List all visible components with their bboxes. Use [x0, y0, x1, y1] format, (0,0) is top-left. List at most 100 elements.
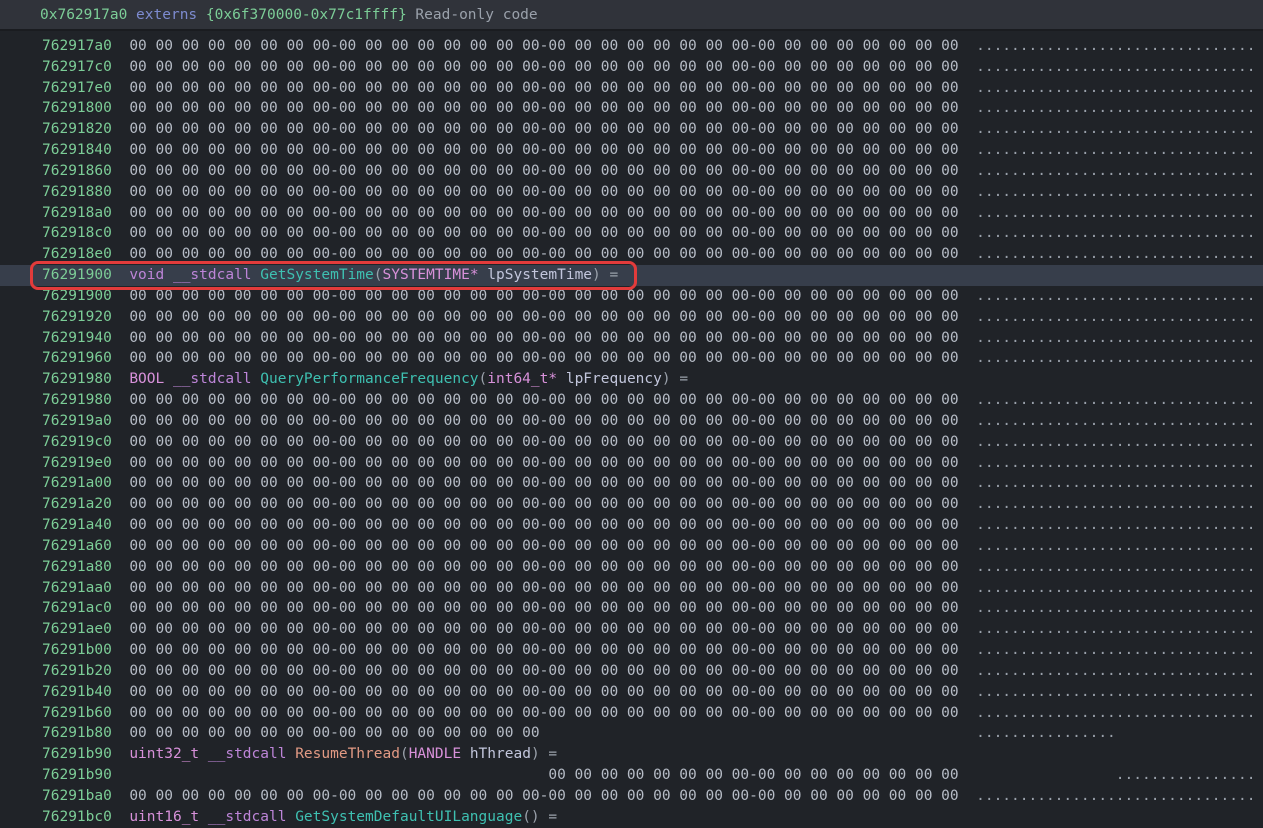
column-gap	[959, 309, 976, 325]
row-address: 762918c0	[42, 225, 112, 241]
column-gap	[112, 121, 129, 137]
decl-token: hThread	[470, 746, 531, 762]
column-gap	[959, 225, 976, 241]
column-gap	[112, 371, 129, 387]
row-address: 762917a0	[42, 38, 112, 54]
linear-view: { "header": { "address": "0x762917a0", "…	[0, 0, 1263, 828]
hex-row[interactable]: 76291960 00 00 00 00 00 00 00 00-00 00 0…	[0, 348, 1263, 369]
decl-token: =	[610, 267, 619, 283]
ascii-column: ................................	[976, 121, 1255, 137]
hex-row[interactable]: 76291900 00 00 00 00 00 00 00 00-00 00 0…	[0, 286, 1263, 307]
hex-row[interactable]: 76291ae0 00 00 00 00 00 00 00 00-00 00 0…	[0, 619, 1263, 640]
hex-row[interactable]: 76291b40 00 00 00 00 00 00 00 00-00 00 0…	[0, 682, 1263, 703]
decl-token: ResumeThread	[295, 746, 400, 762]
hex-bytes: 00 00 00 00 00 00 00 00-00 00 00 00 00 0…	[129, 225, 958, 241]
hex-row[interactable]: 76291b60 00 00 00 00 00 00 00 00-00 00 0…	[0, 703, 1263, 724]
hex-row[interactable]: 76291940 00 00 00 00 00 00 00 00-00 00 0…	[0, 328, 1263, 349]
ascii-column: ................................	[976, 434, 1255, 450]
hex-row[interactable]: 762918c0 00 00 00 00 00 00 00 00-00 00 0…	[0, 223, 1263, 244]
declaration-row[interactable]: 76291980 BOOL __stdcall QueryPerformance…	[0, 369, 1263, 390]
column-gap	[959, 163, 976, 179]
hex-row[interactable]: 762917c0 00 00 00 00 00 00 00 00-00 00 0…	[0, 57, 1263, 78]
hex-row[interactable]: 762917e0 00 00 00 00 00 00 00 00-00 00 0…	[0, 78, 1263, 99]
hex-row[interactable]: 76291a00 00 00 00 00 00 00 00 00-00 00 0…	[0, 473, 1263, 494]
column-gap	[112, 600, 129, 616]
ascii-column: ................................	[976, 559, 1255, 575]
ascii-column: ................................	[976, 642, 1255, 658]
row-address: 76291bc0	[42, 809, 112, 825]
column-gap	[959, 684, 976, 700]
column-gap	[959, 475, 976, 491]
header-spacer-3	[407, 7, 416, 23]
column-gap	[112, 663, 129, 679]
declaration-row[interactable]: 76291900 void __stdcall GetSystemTime(SY…	[0, 265, 1263, 286]
hex-dump: 762917a0 00 00 00 00 00 00 00 00-00 00 0…	[0, 31, 1263, 827]
ascii-column: ................................	[976, 100, 1255, 116]
column-gap	[112, 163, 129, 179]
column-gap	[112, 767, 129, 783]
column-gap	[959, 142, 976, 158]
decl-token: int64_t*	[487, 371, 557, 387]
hex-row[interactable]: 76291920 00 00 00 00 00 00 00 00-00 00 0…	[0, 307, 1263, 328]
row-address: 76291a80	[42, 559, 112, 575]
hex-row[interactable]: 762918a0 00 00 00 00 00 00 00 00-00 00 0…	[0, 203, 1263, 224]
hex-row[interactable]: 76291840 00 00 00 00 00 00 00 00-00 00 0…	[0, 140, 1263, 161]
hex-row[interactable]: 76291880 00 00 00 00 00 00 00 00-00 00 0…	[0, 182, 1263, 203]
hex-row[interactable]: 76291a80 00 00 00 00 00 00 00 00-00 00 0…	[0, 557, 1263, 578]
hex-row[interactable]: 762917a0 00 00 00 00 00 00 00 00-00 00 0…	[0, 36, 1263, 57]
row-address: 762917e0	[42, 80, 112, 96]
ascii-column: ................................	[976, 59, 1255, 75]
decl-token: lpSystemTime	[487, 267, 592, 283]
hex-row[interactable]: 762918e0 00 00 00 00 00 00 00 00-00 00 0…	[0, 244, 1263, 265]
hex-row[interactable]: 76291b20 00 00 00 00 00 00 00 00-00 00 0…	[0, 661, 1263, 682]
column-gap	[959, 413, 976, 429]
column-gap	[112, 225, 129, 241]
declaration-row[interactable]: 76291bc0 uint16_t __stdcall GetSystemDef…	[0, 807, 1263, 828]
row-address: 76291900	[42, 267, 112, 283]
ascii-column: ................................	[976, 475, 1255, 491]
hex-row[interactable]: 76291a20 00 00 00 00 00 00 00 00-00 00 0…	[0, 494, 1263, 515]
hex-row[interactable]: 762919a0 00 00 00 00 00 00 00 00-00 00 0…	[0, 411, 1263, 432]
row-address: 762918e0	[42, 246, 112, 262]
hex-row[interactable]: 76291b00 00 00 00 00 00 00 00 00-00 00 0…	[0, 640, 1263, 661]
hex-row[interactable]: 76291ac0 00 00 00 00 00 00 00 00-00 00 0…	[0, 598, 1263, 619]
decl-token	[479, 267, 488, 283]
hex-row[interactable]: 76291a40 00 00 00 00 00 00 00 00-00 00 0…	[0, 515, 1263, 536]
column-gap	[959, 600, 976, 616]
column-gap	[959, 100, 976, 116]
decl-token: (	[400, 746, 409, 762]
hex-row[interactable]: 76291b90 00 00 00 00 00 00 00 00-00 00 0…	[0, 765, 1263, 786]
hex-row[interactable]: 76291a60 00 00 00 00 00 00 00 00-00 00 0…	[0, 536, 1263, 557]
column-gap	[112, 517, 129, 533]
hex-bytes: 00 00 00 00 00 00 00 00-00 00 00 00 00 0…	[129, 684, 958, 700]
hex-row[interactable]: 76291ba0 00 00 00 00 00 00 00 00-00 00 0…	[0, 786, 1263, 807]
column-gap	[959, 330, 976, 346]
row-address: 76291b90	[42, 767, 112, 783]
ascii-column: ................................	[976, 205, 1255, 221]
column-gap	[959, 59, 976, 75]
hex-row[interactable]: 76291aa0 00 00 00 00 00 00 00 00-00 00 0…	[0, 578, 1263, 599]
column-gap	[112, 413, 129, 429]
declaration-row[interactable]: 76291b90 uint32_t __stdcall ResumeThread…	[0, 744, 1263, 765]
row-address: 762917c0	[42, 59, 112, 75]
column-gap	[959, 580, 976, 596]
hex-row[interactable]: 76291800 00 00 00 00 00 00 00 00-00 00 0…	[0, 98, 1263, 119]
ascii-column: ................................	[976, 246, 1255, 262]
hex-bytes: 00 00 00 00 00 00 00 00-00 00 00 00 00 0…	[129, 496, 958, 512]
column-gap	[959, 767, 976, 783]
decl-token: __stdcall	[208, 809, 287, 825]
hex-row[interactable]: 76291b80 00 00 00 00 00 00 00 00-00 00 0…	[0, 723, 1263, 744]
hex-row[interactable]: 76291860 00 00 00 00 00 00 00 00-00 00 0…	[0, 161, 1263, 182]
column-gap	[112, 475, 129, 491]
hex-row[interactable]: 762919c0 00 00 00 00 00 00 00 00-00 00 0…	[0, 432, 1263, 453]
hex-row[interactable]: 762919e0 00 00 00 00 00 00 00 00-00 00 0…	[0, 453, 1263, 474]
decl-token: uint32_t	[129, 746, 199, 762]
ascii-column: ................................	[976, 80, 1255, 96]
hex-row[interactable]: 76291820 00 00 00 00 00 00 00 00-00 00 0…	[0, 119, 1263, 140]
column-gap	[112, 621, 129, 637]
hex-row[interactable]: 76291980 00 00 00 00 00 00 00 00-00 00 0…	[0, 390, 1263, 411]
decl-token: =	[548, 746, 557, 762]
ascii-column: ................................	[976, 350, 1255, 366]
row-address: 76291b40	[42, 684, 112, 700]
decl-token	[286, 809, 295, 825]
